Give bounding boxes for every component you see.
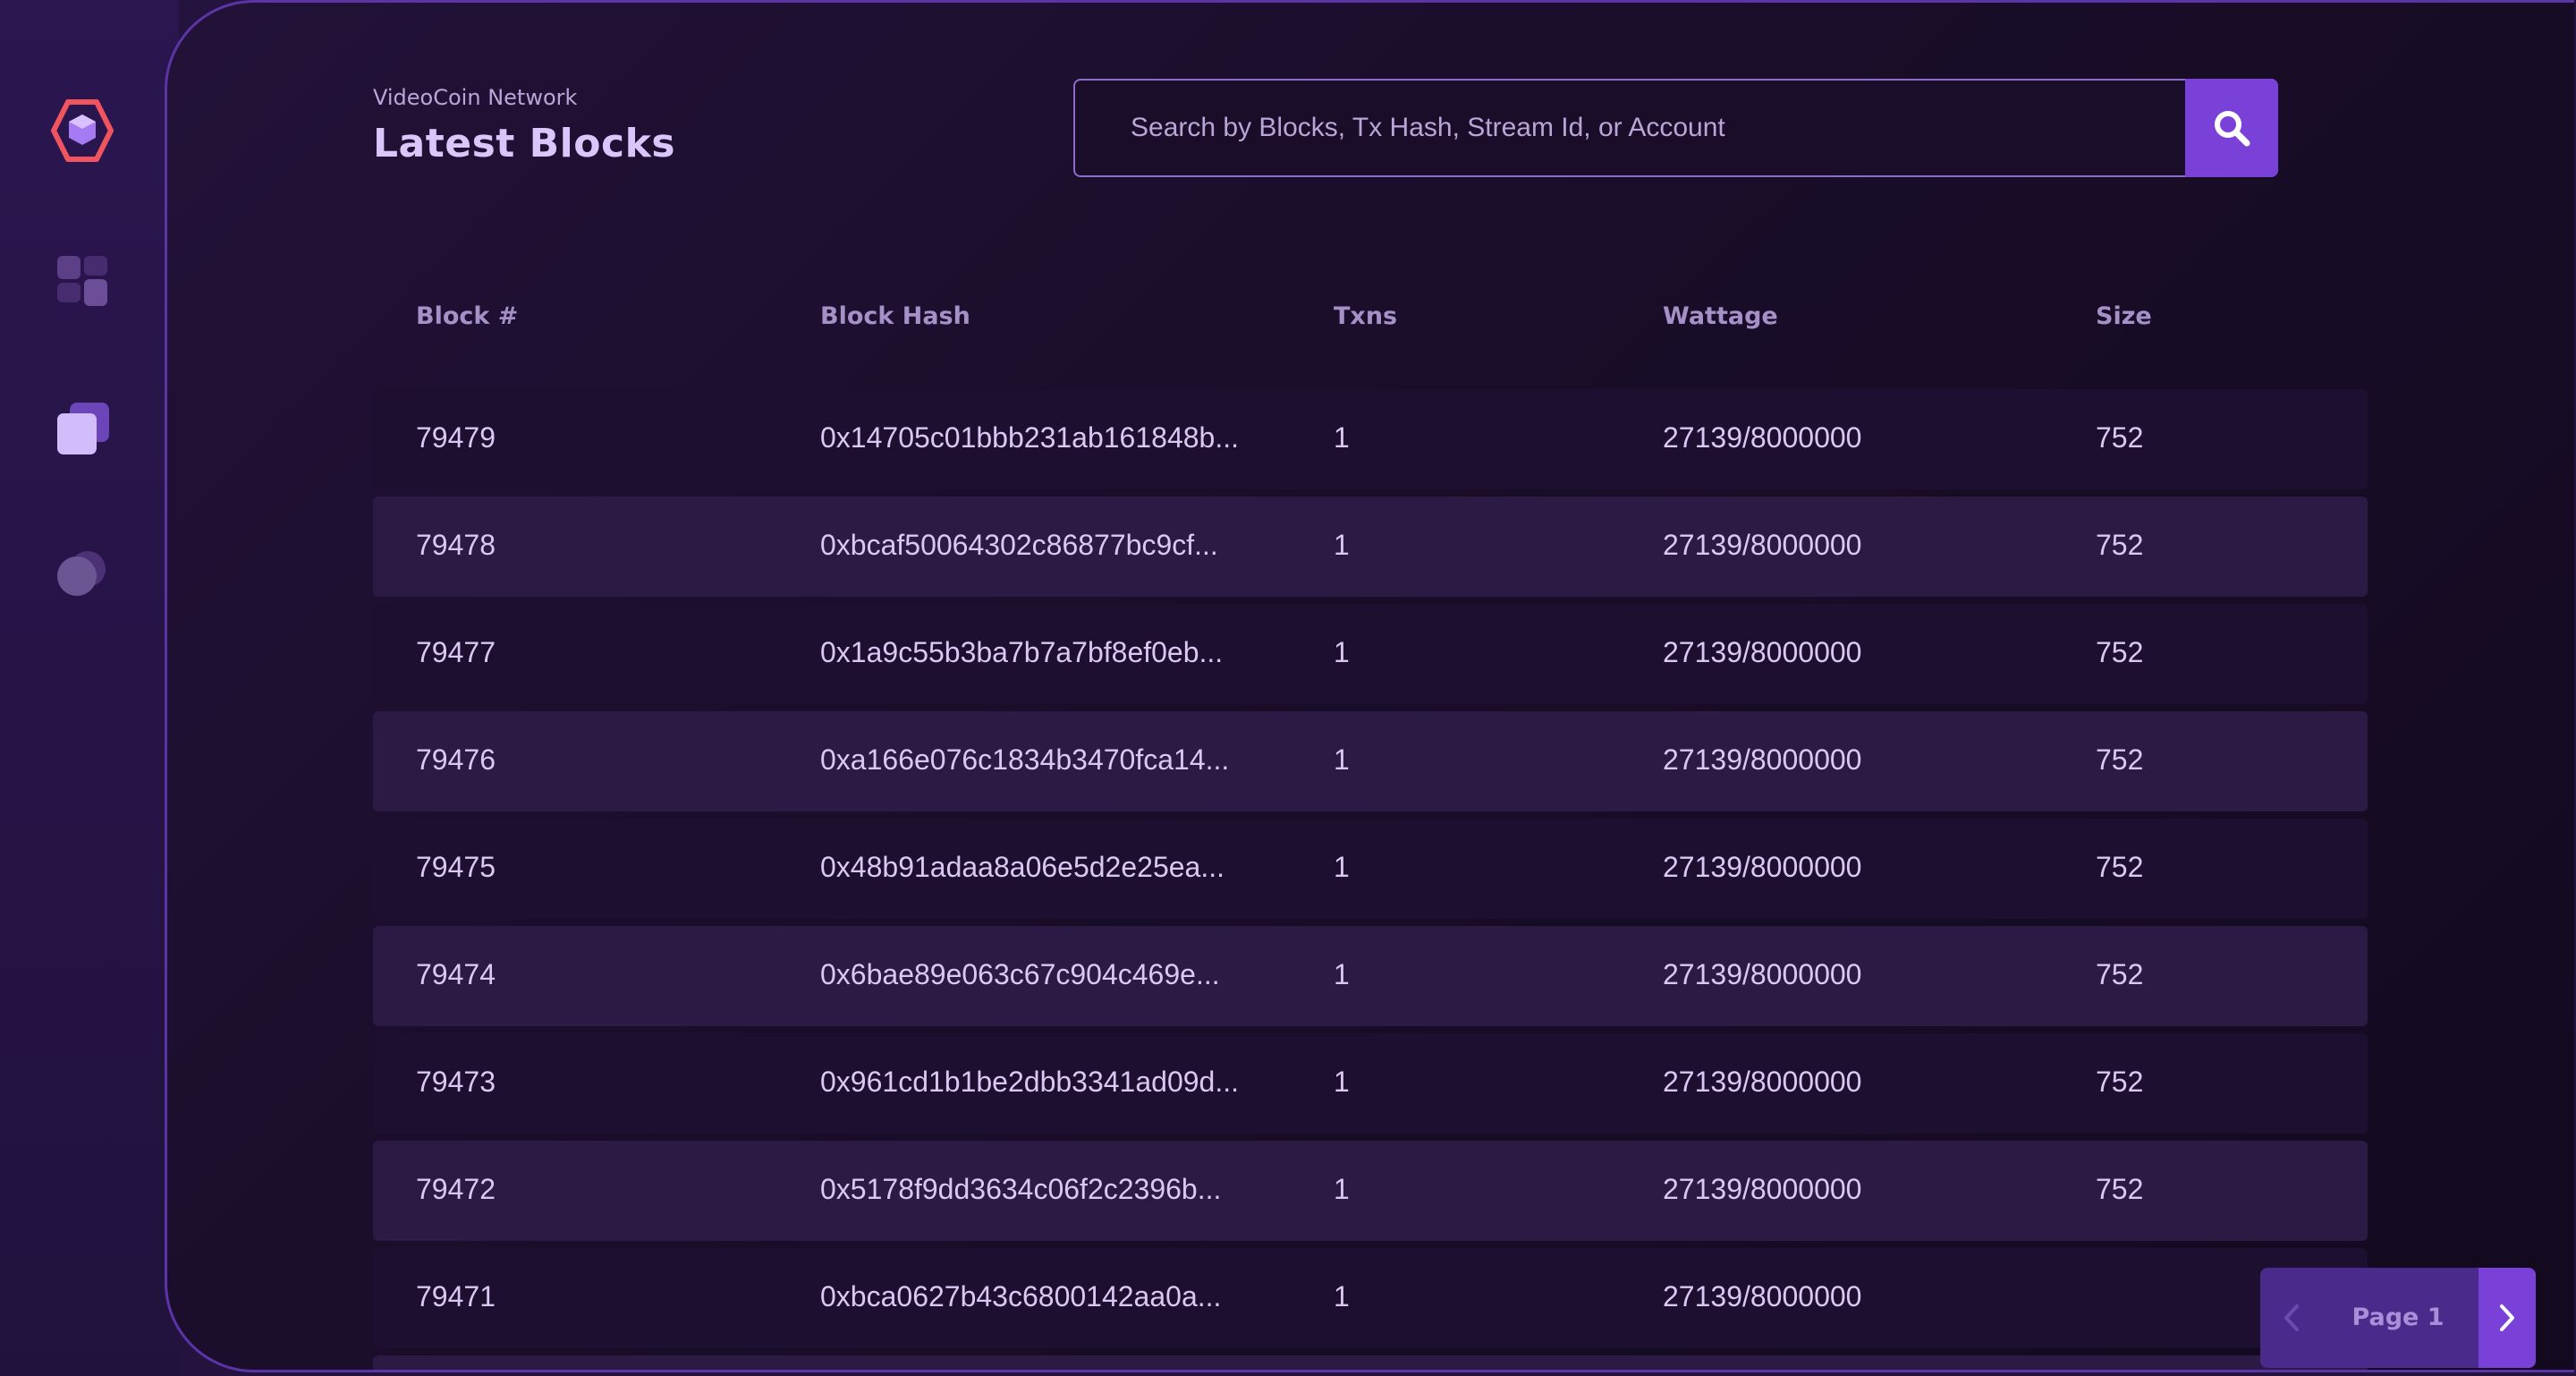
block-hash[interactable]: 0x6bae89e063c67c904c469e... <box>820 958 1220 991</box>
table-row[interactable]: 79474 0x6bae89e063c67c904c469e... 1 2713… <box>373 926 2368 1026</box>
block-hash[interactable]: 0x961cd1b1be2dbb3341ad09d... <box>820 1066 1239 1099</box>
column-header-block[interactable]: Block # <box>416 302 518 330</box>
column-header-txns[interactable]: Txns <box>1334 302 1397 330</box>
table-row[interactable]: 79479 0x14705c01bbb231ab161848b... 1 271… <box>373 389 2368 489</box>
txns-count: 1 <box>1334 636 1350 668</box>
txns-count: 1 <box>1334 1173 1350 1205</box>
wattage: 27139/8000000 <box>1663 1173 1862 1205</box>
search-button[interactable] <box>2185 79 2278 177</box>
txns-count: 1 <box>1334 1066 1350 1098</box>
block-hash[interactable]: 0xa166e076c1834b3470fca14... <box>820 743 1229 777</box>
block-number[interactable]: 79475 <box>416 851 496 884</box>
block-size: 752 <box>2096 851 2144 883</box>
chevron-left-icon <box>2284 1304 2299 1331</box>
block-size: 752 <box>2096 1066 2144 1098</box>
block-number[interactable]: 79479 <box>416 421 496 454</box>
wattage: 27139/8000000 <box>1663 1280 1862 1312</box>
table-row[interactable]: 79473 0x961cd1b1be2dbb3341ad09d... 1 271… <box>373 1033 2368 1134</box>
table-row[interactable] <box>373 1355 2368 1370</box>
block-hash[interactable]: 0x1a9c55b3ba7b7a7bf8ef0eb... <box>820 636 1223 669</box>
block-number[interactable]: 79472 <box>416 1173 496 1206</box>
page-title: Latest Blocks <box>373 121 676 166</box>
wattage: 27139/8000000 <box>1663 421 1862 454</box>
block-size: 752 <box>2096 421 2144 454</box>
block-number[interactable]: 79473 <box>416 1066 496 1099</box>
block-size: 752 <box>2096 529 2144 561</box>
wattage: 27139/8000000 <box>1663 636 1862 668</box>
block-size: 752 <box>2096 1173 2144 1205</box>
main-panel: VideoCoin Network Latest Blocks Block # … <box>165 0 2574 1372</box>
table-row[interactable]: 79477 0x1a9c55b3ba7b7a7bf8ef0eb... 1 271… <box>373 604 2368 704</box>
txns-count: 1 <box>1334 421 1350 454</box>
block-number[interactable]: 79477 <box>416 636 496 669</box>
txns-count: 1 <box>1334 851 1350 883</box>
logo-hexagon-icon[interactable] <box>50 98 114 163</box>
txns-count: 1 <box>1334 743 1350 776</box>
network-name: VideoCoin Network <box>373 85 578 110</box>
block-size: 752 <box>2096 636 2144 668</box>
table-row[interactable]: 79472 0x5178f9dd3634c06f2c2396b... 1 271… <box>373 1141 2368 1241</box>
block-hash[interactable]: 0x14705c01bbb231ab161848b... <box>820 421 1239 454</box>
block-size: 752 <box>2096 958 2144 990</box>
search-icon <box>2215 111 2250 147</box>
sidebar <box>0 0 179 1376</box>
block-hash[interactable]: 0x5178f9dd3634c06f2c2396b... <box>820 1173 1221 1206</box>
dashboard-icon[interactable] <box>50 249 114 313</box>
table-row[interactable]: 79476 0xa166e076c1834b3470fca14... 1 271… <box>373 711 2368 811</box>
column-header-wattage[interactable]: Wattage <box>1663 302 1778 330</box>
table-row[interactable]: 79471 0xbca0627b43c6800142aa0a... 1 2713… <box>373 1248 2368 1348</box>
search-input[interactable] <box>1075 81 2175 175</box>
page-indicator: Page 1 <box>2351 1304 2445 1331</box>
block-hash[interactable]: 0xbcaf50064302c86877bc9cf... <box>820 529 1218 562</box>
table-header: Block # Block Hash Txns Wattage Size <box>373 302 2368 338</box>
wattage: 27139/8000000 <box>1663 529 1862 561</box>
block-hash[interactable]: 0xbca0627b43c6800142aa0a... <box>820 1280 1221 1313</box>
wattage: 27139/8000000 <box>1663 851 1862 883</box>
accounts-icon[interactable] <box>50 540 114 605</box>
table-row[interactable]: 79478 0xbcaf50064302c86877bc9cf... 1 271… <box>373 497 2368 597</box>
previous-page-button[interactable] <box>2260 1268 2323 1368</box>
column-header-hash[interactable]: Block Hash <box>820 302 970 330</box>
txns-count: 1 <box>1334 958 1350 990</box>
block-number[interactable]: 79476 <box>416 743 496 777</box>
wattage: 27139/8000000 <box>1663 743 1862 776</box>
chevron-right-icon <box>2500 1304 2514 1331</box>
wattage: 27139/8000000 <box>1663 958 1862 990</box>
pagination: Page 1 <box>2260 1268 2536 1368</box>
wattage: 27139/8000000 <box>1663 1066 1862 1098</box>
search-bar <box>1073 79 2278 177</box>
block-size: 752 <box>2096 743 2144 776</box>
block-number[interactable]: 79478 <box>416 529 496 562</box>
block-number[interactable]: 79474 <box>416 958 496 991</box>
next-page-button[interactable] <box>2479 1268 2536 1368</box>
block-hash[interactable]: 0x48b91adaa8a06e5d2e25ea... <box>820 851 1224 884</box>
txns-count: 1 <box>1334 529 1350 561</box>
block-number[interactable]: 79471 <box>416 1280 496 1313</box>
column-header-size[interactable]: Size <box>2096 302 2152 330</box>
blocks-icon[interactable] <box>50 397 114 462</box>
table-row[interactable]: 79475 0x48b91adaa8a06e5d2e25ea... 1 2713… <box>373 819 2368 919</box>
txns-count: 1 <box>1334 1280 1350 1312</box>
